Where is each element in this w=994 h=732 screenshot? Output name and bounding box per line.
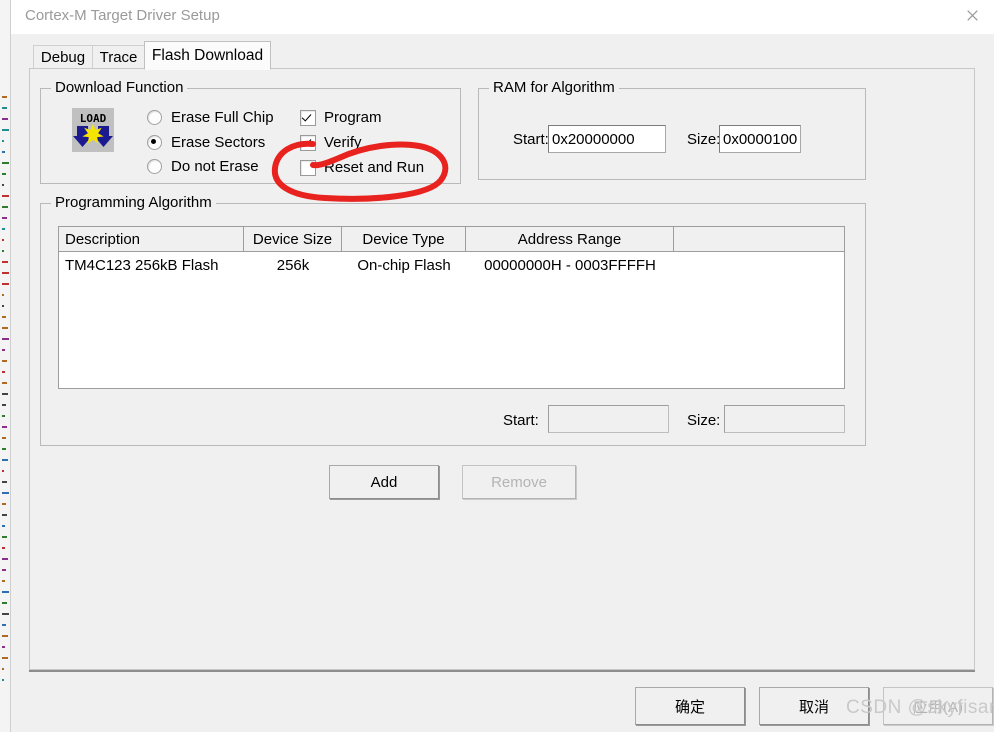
ram-for-algorithm-title: RAM for Algorithm [489,79,619,96]
load-icon: LOAD [72,108,114,152]
checkbox-verify-indicator [300,134,316,151]
cell-device-type: On-chip Flash [357,256,451,274]
cell-address-range: 00000000H - 0003FFFFH [484,256,656,274]
tab-flash-download-label: Flash Download [151,46,264,64]
footer-separator [29,670,975,672]
window-title: Cortex-M Target Driver Setup [25,7,220,24]
radio-do-not-erase[interactable]: Do not Erase [147,158,259,175]
column-header-device-size[interactable]: Device Size [244,227,342,251]
checkbox-reset-and-run-label: Reset and Run [324,159,425,176]
ram-size-input[interactable]: 0x0000100 [719,125,801,153]
radio-erase-full-chip[interactable]: Erase Full Chip [147,109,274,126]
radio-erase-sectors-label: Erase Sectors [171,134,266,151]
cell-description: TM4C123 256kB Flash [65,256,219,274]
column-header-description[interactable]: Description [59,227,244,251]
table-row[interactable]: TM4C123 256kB Flash 256k On-chip Flash 0… [59,252,844,278]
radio-erase-full-chip-indicator [147,110,162,125]
checkbox-program[interactable]: Program [300,109,382,126]
tab-flash-download[interactable]: Flash Download [144,41,271,70]
checkbox-program-label: Program [324,109,382,126]
svg-text:LOAD: LOAD [80,112,107,125]
checkbox-verify-label: Verify [324,134,362,151]
cancel-button[interactable]: 取消 [759,687,869,725]
algo-size-label: Size: [687,412,721,429]
download-function-title: Download Function [51,79,188,96]
radio-do-not-erase-label: Do not Erase [171,158,259,175]
remove-button[interactable]: Remove [462,465,576,499]
target-driver-setup-dialog: Cortex-M Target Driver Setup Debug Trace… [10,0,994,732]
algo-size-input[interactable] [724,405,845,433]
ok-button[interactable]: 确定 [635,687,745,725]
add-button[interactable]: Add [329,465,439,499]
column-header-address-range[interactable]: Address Range [466,227,674,251]
tab-debug[interactable]: Debug [33,45,93,68]
radio-erase-sectors[interactable]: Erase Sectors [147,134,265,151]
title-bar: Cortex-M Target Driver Setup [11,0,994,34]
tab-debug-label: Debug [40,48,86,66]
algo-start-input[interactable] [548,405,669,433]
ram-start-input[interactable]: 0x20000000 [548,125,666,153]
programming-algorithm-title: Programming Algorithm [51,194,216,211]
table-header-row: Description Device Size Device Type Addr… [59,227,844,252]
tab-trace-label: Trace [99,48,138,66]
radio-do-not-erase-indicator [147,159,162,174]
radio-erase-sectors-indicator [147,135,162,150]
programming-algorithm-table[interactable]: Description Device Size Device Type Addr… [58,226,845,389]
checkbox-verify[interactable]: Verify [300,134,362,151]
column-header-device-type[interactable]: Device Type [342,227,466,251]
checkbox-reset-and-run[interactable]: Reset and Run [300,159,424,176]
cell-device-size: 256k [276,256,310,274]
algo-start-label: Start: [503,412,539,429]
close-icon[interactable] [949,0,994,30]
ram-size-label: Size: [687,131,721,148]
ram-start-label: Start: [513,131,549,148]
apply-button[interactable]: 应用(A) [883,687,993,725]
tab-trace[interactable]: Trace [92,45,145,68]
radio-erase-full-chip-label: Erase Full Chip [171,109,274,126]
checkbox-reset-and-run-indicator [300,159,316,176]
checkbox-program-indicator [300,109,316,126]
column-header-spare[interactable] [674,227,844,251]
background-window-sliver [0,0,10,732]
